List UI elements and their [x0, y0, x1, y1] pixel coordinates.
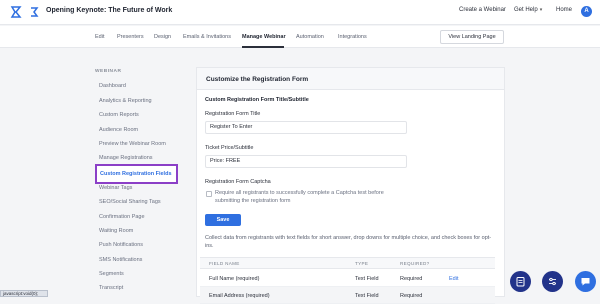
chat-icon: [581, 278, 590, 286]
fields-table-header: FIELD NAME TYPE REQUIRED?: [200, 257, 495, 269]
sidebar-item-analytics[interactable]: Analytics & Reporting: [99, 98, 152, 104]
tab-design[interactable]: Design: [154, 34, 171, 40]
column-header-type: TYPE: [355, 261, 369, 266]
sidebar-item-dashboard[interactable]: Dashboard: [99, 83, 126, 89]
panel-header: Customize the Registration Form: [197, 68, 504, 90]
get-help-label: Get Help: [514, 7, 538, 13]
save-button[interactable]: Save: [205, 214, 241, 226]
column-header-field-name: FIELD NAME: [209, 261, 240, 266]
sidebar-item-sms-notifications[interactable]: SMS Notifications: [99, 257, 142, 263]
sidebar-item-confirmation-page[interactable]: Confirmation Page: [99, 214, 145, 220]
field-type-cell: Text Field: [355, 293, 379, 299]
top-bar: Opening Keynote: The Future of Work Crea…: [0, 0, 600, 25]
sidebar-item-manage-registrations[interactable]: Manage Registrations: [99, 155, 153, 161]
clipboard-icon: [516, 277, 525, 287]
field-type-cell: Text Field: [355, 276, 379, 282]
tab-emails-invitations[interactable]: Emails & Invitations: [183, 34, 231, 40]
sidebar-item-waiting-room[interactable]: Waiting Room: [99, 228, 133, 234]
browser-status-bar: javascript:void(0);: [0, 290, 48, 297]
get-help-menu[interactable]: Get Help ▾: [514, 7, 542, 13]
app-logo-icon[interactable]: [10, 6, 22, 18]
section-title: Custom Registration Form Title/Subtitle: [205, 97, 309, 103]
sidebar-item-webinar-tags[interactable]: Webinar Tags: [99, 185, 132, 191]
tab-manage-webinar[interactable]: Manage Webinar: [242, 34, 286, 40]
sidebar-item-preview-room[interactable]: Preview the Webinar Room: [99, 141, 166, 147]
tab-edit[interactable]: Edit: [95, 34, 104, 40]
tab-presenters[interactable]: Presenters: [117, 34, 144, 40]
column-header-required: REQUIRED?: [400, 261, 430, 266]
create-webinar-link[interactable]: Create a Webinar: [459, 7, 506, 13]
captcha-checkbox[interactable]: [206, 191, 212, 197]
form-title-label: Registration Form Title: [205, 111, 261, 117]
tab-bar: Edit Presenters Design Emails & Invitati…: [0, 26, 600, 48]
home-link[interactable]: Home: [556, 7, 572, 13]
settings-fab-button[interactable]: [542, 271, 563, 292]
sidebar-item-custom-registration-fields[interactable]: Custom Registration Fields: [95, 164, 178, 184]
field-required-cell: Required: [400, 293, 423, 299]
tab-integrations[interactable]: Integrations: [338, 34, 367, 40]
sidebar-item-push-notifications[interactable]: Push Notifications: [99, 242, 143, 248]
sidebar-item-transcript[interactable]: Transcript: [99, 285, 123, 291]
ticket-price-input[interactable]: Price: FREE: [205, 155, 407, 168]
form-title-input[interactable]: Register To Enter: [205, 121, 407, 134]
table-row: Email Address (required) Text Field Requ…: [200, 287, 495, 304]
edit-field-link[interactable]: Edit: [449, 276, 458, 282]
sidebar-heading: WEBINAR: [95, 69, 122, 74]
table-row: Full Name (required) Text Field Required…: [200, 270, 495, 287]
back-icon[interactable]: [29, 6, 39, 18]
active-tab-indicator: [242, 46, 284, 48]
webinar-title: Opening Keynote: The Future of Work: [46, 7, 173, 14]
field-name-cell: Email Address (required): [209, 293, 270, 299]
ticket-price-label: Ticket Price/Subtitle: [205, 145, 254, 151]
field-name-cell: Full Name (required): [209, 276, 260, 282]
captcha-description: Require all registrants to successfully …: [215, 190, 384, 204]
chat-fab-button[interactable]: [575, 271, 596, 292]
sidebar-item-seo-social-tags[interactable]: SEO/Social Sharing Tags: [99, 199, 161, 205]
view-landing-page-button[interactable]: View Landing Page: [440, 30, 504, 44]
sliders-icon: [549, 277, 556, 286]
panel-title: Customize the Registration Form: [206, 76, 309, 83]
sidebar-item-label: Custom Registration Fields: [100, 171, 172, 177]
chevron-down-icon: ▾: [539, 7, 543, 13]
tab-automation[interactable]: Automation: [296, 34, 324, 40]
checklist-fab-button[interactable]: [510, 271, 531, 292]
captcha-label: Registration Form Captcha: [205, 179, 271, 185]
sidebar-item-segments[interactable]: Segments: [99, 271, 124, 277]
sidebar-item-custom-reports[interactable]: Custom Reports: [99, 112, 139, 118]
avatar[interactable]: A: [581, 6, 592, 17]
fields-description: Collect data from registrants with text …: [205, 235, 492, 249]
field-required-cell: Required: [400, 276, 423, 282]
sidebar-item-audience-room[interactable]: Audience Room: [99, 127, 138, 133]
